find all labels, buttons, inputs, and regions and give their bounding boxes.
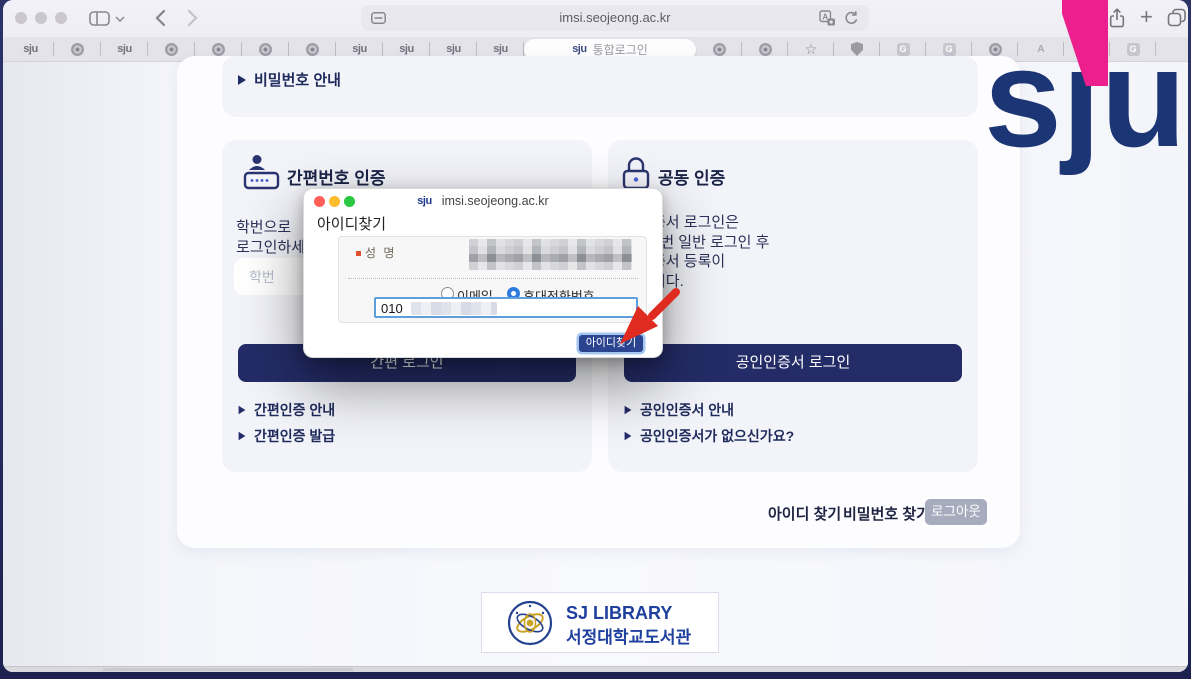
simple-auth-issue-link[interactable]: 간편인증 발급 xyxy=(238,426,335,446)
desc-line: 증서 로그인은 xyxy=(652,213,769,233)
url-text: imsi.seojeong.ac.kr xyxy=(361,5,869,31)
lock-icon xyxy=(620,154,652,192)
sidebar-toggle-icon[interactable] xyxy=(89,11,110,26)
phone-value: 010 xyxy=(381,301,403,316)
dialog-titlebar: sju imsi.seojeong.ac.kr xyxy=(304,194,662,208)
triangle-bullet-icon xyxy=(239,406,246,415)
seal-favicon xyxy=(759,43,772,56)
library-name-en: SJ LIBRARY xyxy=(566,603,672,624)
find-password-link[interactable]: 비밀번호 찾기 xyxy=(843,503,930,524)
name-label: 성 명 xyxy=(365,244,396,261)
sju-favicon: sju xyxy=(117,43,131,55)
dialog-title: imsi.seojeong.ac.kr xyxy=(442,194,549,208)
library-logo-box: SJ LIBRARY 서정대학교도서관 xyxy=(481,592,719,653)
close-window-icon[interactable] xyxy=(15,12,27,24)
active-tab-label: 통합로그인 xyxy=(593,41,648,58)
translate-icon[interactable]: A xyxy=(819,10,836,26)
address-bar[interactable]: imsi.seojeong.ac.kr A xyxy=(361,5,869,31)
sju-favicon: sju xyxy=(352,43,366,55)
g-favicon: G xyxy=(943,43,956,56)
form-divider xyxy=(348,278,638,279)
seal-favicon xyxy=(306,43,319,56)
certificate-guide-label: 공인인증서 안내 xyxy=(640,400,734,420)
seal-favicon xyxy=(259,43,272,56)
tab[interactable]: sju xyxy=(7,37,54,62)
certificate-guide-link[interactable]: 공인인증서 안내 xyxy=(624,400,734,420)
g-favicon: G xyxy=(897,43,910,56)
phone-number-input[interactable]: 010 xyxy=(374,297,638,318)
triangle-bullet-icon xyxy=(625,406,632,415)
name-value-redacted xyxy=(469,239,632,270)
seal-favicon xyxy=(165,43,178,56)
dialog-heading: 아이디찾기 xyxy=(317,213,386,234)
logout-button[interactable]: 로그아웃 xyxy=(925,499,987,525)
simple-auth-icon xyxy=(243,153,281,193)
simple-auth-subtitle-1: 학번으로 xyxy=(236,218,291,238)
find-id-link[interactable]: 아이디 찾기 xyxy=(768,503,841,524)
screenshot-stage: imsi.seojeong.ac.kr A + xyxy=(0,0,1191,679)
triangle-bullet-icon xyxy=(239,432,246,441)
password-guide-label: 비밀번호 안내 xyxy=(254,69,341,90)
no-certificate-link[interactable]: 공인인증서가 없으신가요? xyxy=(624,426,794,446)
star-favicon: ☆ xyxy=(805,43,818,56)
minimize-window-icon[interactable] xyxy=(35,12,47,24)
seal-favicon xyxy=(71,43,84,56)
seal-favicon xyxy=(212,43,225,56)
tab[interactable]: sju xyxy=(101,37,148,62)
triangle-bullet-icon xyxy=(238,75,246,85)
chevron-down-icon[interactable] xyxy=(115,16,125,22)
simple-auth-guide-link[interactable]: 간편인증 안내 xyxy=(238,400,335,420)
required-bullet-icon xyxy=(356,251,361,256)
cutoff-status-text xyxy=(103,668,353,671)
no-certificate-label: 공인인증서가 없으신가요? xyxy=(640,426,794,446)
tab[interactable] xyxy=(54,37,101,62)
password-guide-link[interactable]: 비밀번호 안내 xyxy=(238,69,341,90)
phone-value-redacted xyxy=(411,302,497,315)
fullscreen-window-icon[interactable] xyxy=(55,12,67,24)
library-name-ko: 서정대학교도서관 xyxy=(566,623,691,648)
sju-favicon: sju xyxy=(572,43,586,55)
joint-auth-title: 공동 인증 xyxy=(658,164,725,189)
sju-favicon: sju xyxy=(417,195,431,207)
simple-auth-guide-label: 간편인증 안내 xyxy=(254,400,335,420)
svg-text:A: A xyxy=(822,12,828,21)
desc-line: 1번 일반 로그인 후 xyxy=(652,233,769,253)
reload-icon[interactable] xyxy=(843,10,859,26)
shield-favicon xyxy=(851,42,863,56)
sju-favicon: sju xyxy=(23,43,37,55)
sju-favicon: sju xyxy=(399,43,413,55)
university-seal-icon xyxy=(507,600,553,646)
forward-button[interactable] xyxy=(187,9,198,27)
triangle-bullet-icon xyxy=(625,432,632,441)
simple-auth-title: 간편번호 인증 xyxy=(287,164,386,189)
simple-auth-issue-label: 간편인증 발급 xyxy=(254,426,335,446)
sju-favicon: sju xyxy=(493,43,507,55)
desc-line: 증서 등록이 xyxy=(652,252,769,272)
seal-favicon xyxy=(713,43,726,56)
annotation-arrow-icon xyxy=(605,278,690,358)
back-button[interactable] xyxy=(155,9,166,27)
sju-favicon: sju xyxy=(446,43,460,55)
